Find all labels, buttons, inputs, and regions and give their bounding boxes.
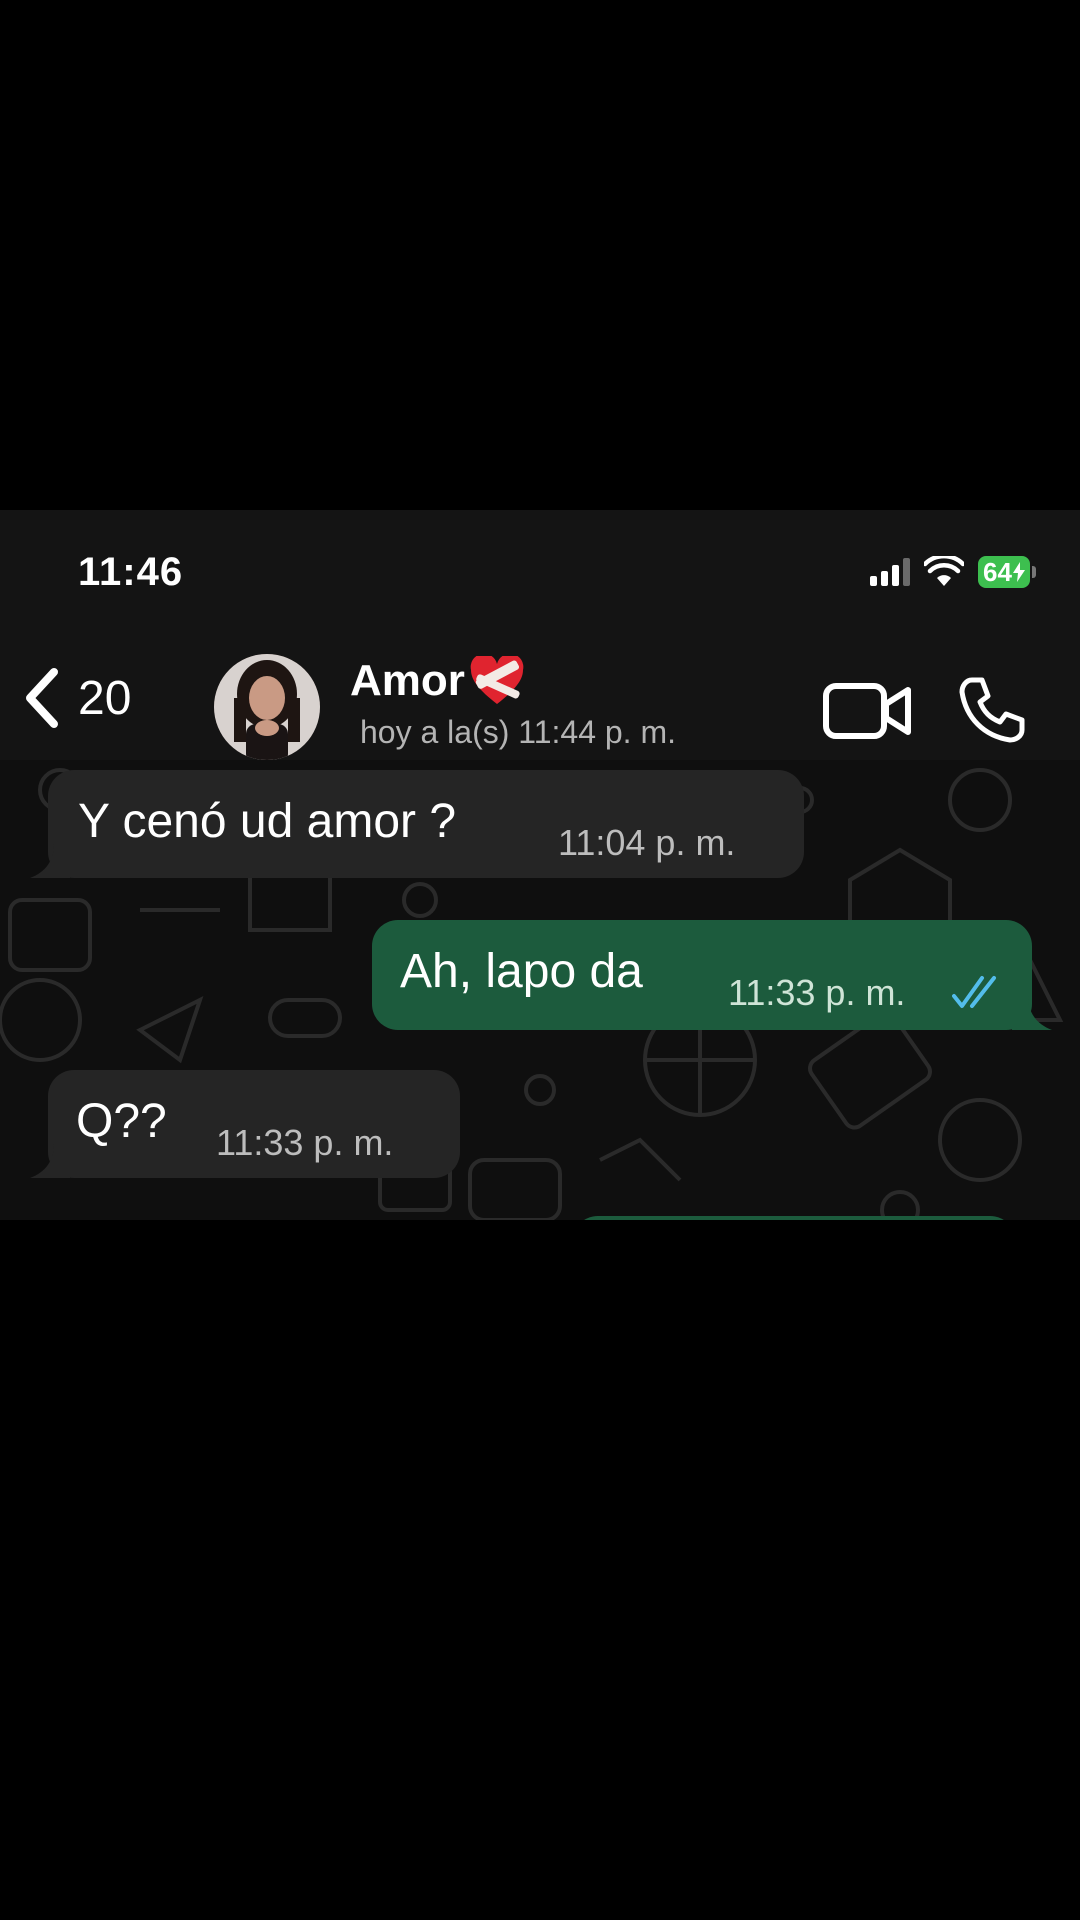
message-bubble-incoming[interactable]: Q?? 11:33 p. m.: [48, 1070, 460, 1178]
bolt-icon: [1012, 562, 1025, 582]
bubble-tail: [1012, 996, 1052, 1030]
message-text: Y cenó ud amor ?: [78, 795, 457, 848]
battery-charging-icon: 64: [978, 555, 1036, 589]
voice-call-icon[interactable]: [956, 674, 1028, 746]
read-receipt-icon: [952, 976, 996, 1008]
avatar[interactable]: [214, 654, 320, 760]
unread-count: 20: [78, 671, 132, 725]
back-button[interactable]: 20: [22, 668, 131, 728]
signal-icon: [870, 558, 910, 586]
status-time: 11:46: [78, 550, 184, 594]
last-seen: hoy a la(s) 11:44 p. m.: [360, 714, 676, 750]
status-icons: 64: [870, 550, 1036, 594]
message-time: 11:04 p. m.: [558, 822, 736, 863]
heart-bandaged-icon: [470, 656, 524, 704]
battery-level: 64: [983, 556, 1012, 587]
contact-name-text: Amor: [350, 656, 465, 705]
chat-screen: 11:46 64 20 Amor hoy a la(s) 11:44 p. m.…: [0, 510, 1080, 1220]
message-time: 11:33 p. m.: [728, 972, 906, 1013]
avatar-photo: [214, 654, 320, 760]
chevron-left-icon: [26, 668, 58, 728]
message-bubble-outgoing[interactable]: Ah, lapo da 11:33 p. m.: [372, 920, 1032, 1030]
chat-header: 20 Amor hoy a la(s) 11:44 p. m.: [0, 620, 1080, 760]
message-list[interactable]: Y cenó ud amor ? 11:04 p. m. Ah, lapo da…: [0, 760, 1080, 1220]
bubble-tail: [30, 844, 70, 878]
message-bubble-outgoing-partial[interactable]: [572, 1216, 1016, 1220]
bubble-tail: [30, 1144, 70, 1178]
message-text: Q??: [76, 1095, 167, 1148]
message-time: 11:33 p. m.: [216, 1122, 394, 1163]
message-bubble-incoming[interactable]: Y cenó ud amor ? 11:04 p. m.: [48, 770, 804, 878]
message-text: Ah, lapo da: [400, 945, 643, 998]
contact-name[interactable]: Amor: [350, 656, 525, 706]
wifi-icon: [924, 556, 964, 586]
video-call-icon[interactable]: [822, 680, 914, 742]
